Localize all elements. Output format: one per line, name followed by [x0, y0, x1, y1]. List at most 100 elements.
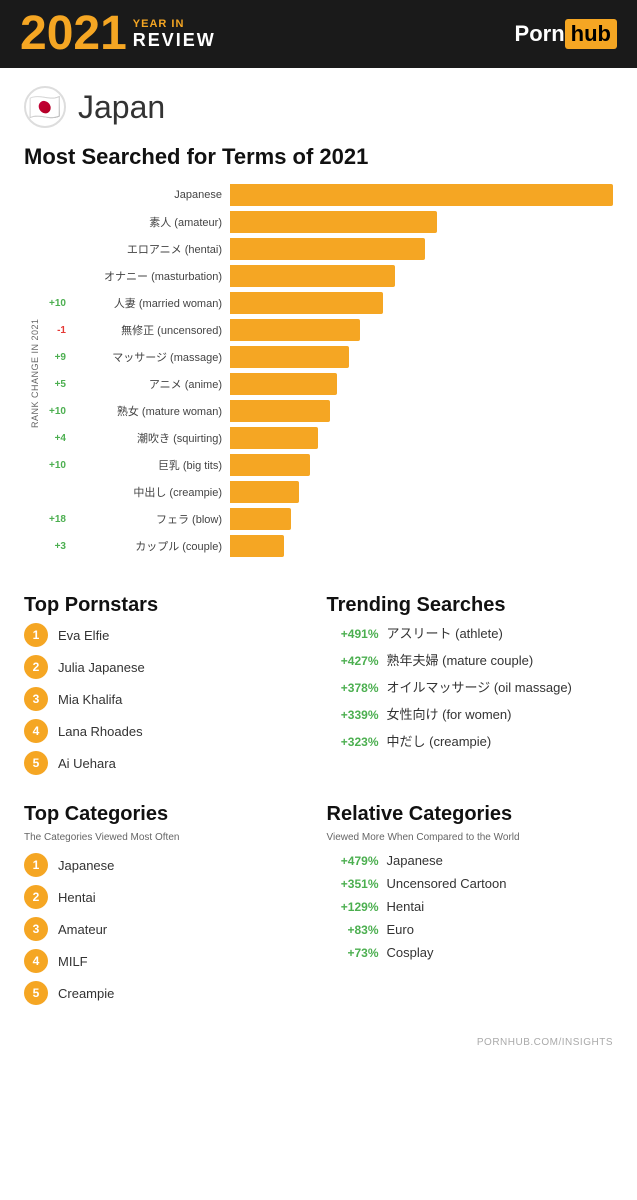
pornhub-logo: Porn hub: [515, 19, 617, 49]
trend-term: アスリート (athlete): [387, 623, 503, 642]
rank-badge: 2: [24, 885, 48, 909]
list-item: 1Japanese: [24, 853, 311, 877]
pornstar-name: Lana Rhoades: [58, 724, 143, 739]
y-axis-label: RANK CHANGE IN 2021: [24, 184, 40, 562]
rank-change: +18: [40, 514, 70, 525]
bar-row: +5アニメ (anime): [40, 373, 613, 395]
bar-row: +10熟女 (mature woman): [40, 400, 613, 422]
list-item: 2 Hentai: [24, 885, 311, 909]
bar-label: エロアニメ (hentai): [70, 241, 230, 257]
year-number: 2021: [20, 10, 127, 58]
bar-row: +18フェラ (blow): [40, 508, 613, 530]
bar-fill: [230, 265, 395, 287]
bar-label: 無修正 (uncensored): [70, 322, 230, 338]
list-item: +351%Uncensored Cartoon: [327, 876, 614, 891]
bar-label: 中出し (creampie): [70, 484, 230, 500]
pornstar-name: Julia Japanese: [58, 660, 145, 675]
relative-categories-subtitle: Viewed More When Compared to the World: [327, 832, 614, 843]
bar-track: [230, 184, 613, 206]
bar-track: [230, 292, 613, 314]
bar-track: [230, 427, 613, 449]
rank-badge: 4: [24, 949, 48, 973]
bar-label: アニメ (anime): [70, 376, 230, 392]
rank-change: +10: [40, 460, 70, 471]
bar-row: +10人妻 (married woman): [40, 292, 613, 314]
top-pornstars-title: Top Pornstars: [24, 594, 311, 617]
trending-searches-title: Trending Searches: [327, 594, 614, 617]
bars-area: ·Japanese·素人 (amateur)·エロアニメ (hentai)·オナ…: [40, 184, 613, 562]
rank-badge: 5: [24, 981, 48, 1005]
rank-badge: 4: [24, 719, 48, 743]
category-name: MILF: [58, 954, 88, 969]
rank-badge: 5: [24, 751, 48, 775]
category-name: Amateur: [58, 922, 107, 937]
list-item: +339% 女性向け (for women): [327, 704, 614, 723]
category-list: 1Japanese 2 Hentai 3Amateur 4 MILF 5 Creampie: [24, 853, 311, 1005]
bar-label: フェラ (blow): [70, 511, 230, 527]
relative-pct: +83%: [327, 923, 379, 937]
bar-track: [230, 481, 613, 503]
bar-track: [230, 346, 613, 368]
chart-container: RANK CHANGE IN 2021 ·Japanese·素人 (amateu…: [24, 184, 613, 562]
list-item: 3Amateur: [24, 917, 311, 941]
rank-change: ·: [40, 271, 70, 282]
trend-pct: +491%: [327, 627, 379, 641]
trend-term: 女性向け (for women): [387, 704, 512, 723]
country-flag: 🇯🇵: [24, 86, 66, 128]
rank-change: +10: [40, 298, 70, 309]
top-categories-section: Top Categories The Categories Viewed Mos…: [24, 803, 311, 1013]
bar-fill: [230, 535, 284, 557]
bar-fill: [230, 319, 360, 341]
rank-change: ·: [40, 487, 70, 498]
bar-track: [230, 319, 613, 341]
bar-fill: [230, 238, 425, 260]
list-item: 4 Lana Rhoades: [24, 719, 311, 743]
bar-fill: [230, 373, 337, 395]
bar-label: 潮吹き (squirting): [70, 430, 230, 446]
bar-fill: [230, 427, 318, 449]
bar-row: +3カップル (couple): [40, 535, 613, 557]
bar-track: [230, 211, 613, 233]
relative-categories-section: Relative Categories Viewed More When Com…: [327, 803, 614, 1013]
pornstar-name: Mia Khalifa: [58, 692, 122, 707]
bar-track: [230, 400, 613, 422]
relative-categories-title: Relative Categories: [327, 803, 614, 826]
list-item: 3Mia Khalifa: [24, 687, 311, 711]
bar-fill: [230, 400, 330, 422]
rank-change: ·: [40, 217, 70, 228]
bar-track: [230, 373, 613, 395]
relative-list: +479%Japanese+351%Uncensored Cartoon+129…: [327, 853, 614, 960]
list-item: 1Eva Elfie: [24, 623, 311, 647]
review-label: REVIEW: [133, 30, 216, 51]
bar-fill: [230, 184, 613, 206]
bar-label: 巨乳 (big tits): [70, 457, 230, 473]
bar-track: [230, 265, 613, 287]
bar-label: 素人 (amateur): [70, 214, 230, 230]
review-text: YEAR IN REVIEW: [133, 18, 216, 51]
category-name: Creampie: [58, 986, 114, 1001]
bar-track: [230, 454, 613, 476]
logo-hub: hub: [565, 19, 617, 49]
bar-row: +9マッサージ (massage): [40, 346, 613, 368]
bar-track: [230, 535, 613, 557]
top-pornstars-section: Top Pornstars 1Eva Elfie 2 Julia Japanese 3…: [24, 594, 311, 783]
relative-term: Japanese: [387, 853, 443, 868]
top-categories-subtitle: The Categories Viewed Most Often: [24, 832, 311, 843]
bar-row: ·Japanese: [40, 184, 613, 206]
relative-pct: +129%: [327, 900, 379, 914]
category-name: Hentai: [58, 890, 96, 905]
rank-badge: 1: [24, 623, 48, 647]
year-review-logo: 2021 YEAR IN REVIEW: [20, 10, 216, 58]
list-item: 2 Julia Japanese: [24, 655, 311, 679]
bar-track: [230, 238, 613, 260]
most-searched-section: Most Searched for Terms of 2021 RANK CHA…: [0, 136, 637, 578]
trend-pct: +339%: [327, 708, 379, 722]
rank-badge: 2: [24, 655, 48, 679]
pornstar-list: 1Eva Elfie 2 Julia Japanese 3Mia Khalifa 4 La…: [24, 623, 311, 775]
bar-label: 人妻 (married woman): [70, 295, 230, 311]
trend-term: 熟年夫婦 (mature couple): [387, 650, 534, 669]
rank-change: ·: [40, 190, 70, 201]
list-item: +129%Hentai: [327, 899, 614, 914]
bar-fill: [230, 292, 383, 314]
trend-pct: +427%: [327, 654, 379, 668]
